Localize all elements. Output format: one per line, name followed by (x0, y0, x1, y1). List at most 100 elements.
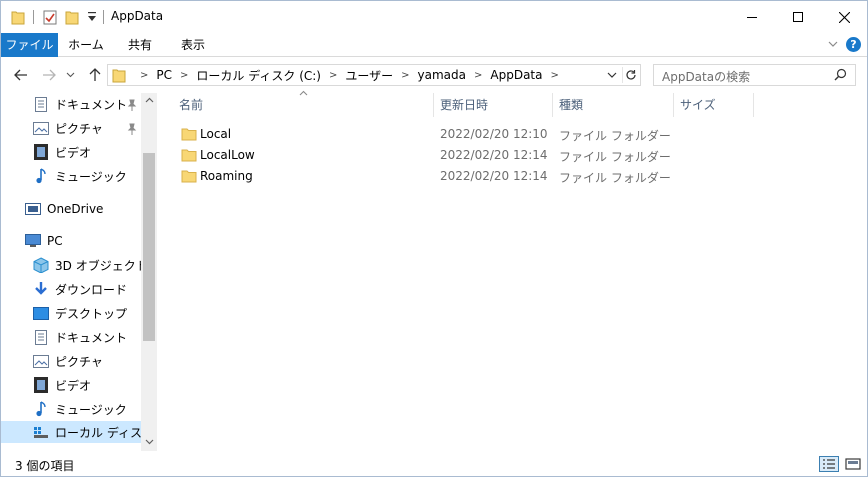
refresh-button[interactable] (622, 67, 638, 83)
expand-ribbon-icon[interactable] (827, 38, 839, 50)
breadcrumb-users[interactable]: ユーザー (345, 67, 393, 84)
music-icon (33, 168, 49, 184)
nav-item-label: OneDrive (47, 202, 104, 216)
up-arrow-icon (89, 68, 101, 81)
ribbon-tabs: ファイル ホーム 共有 表示 ? (1, 33, 867, 57)
search-icon[interactable] (834, 68, 847, 84)
nav-item-pc[interactable]: PC (25, 230, 63, 252)
tab-share[interactable]: 共有 (114, 33, 166, 57)
file-list: 名前 更新日時 種類 サイズ Local 2022/02/20 12:10 ファ… (161, 90, 867, 451)
column-divider[interactable] (753, 93, 754, 117)
nav-item-label: ビデオ (55, 378, 92, 393)
nav-item-pictures[interactable]: ピクチャ (33, 350, 103, 372)
column-header-size[interactable]: サイズ (680, 93, 750, 117)
column-divider[interactable] (673, 93, 674, 117)
nav-item-3d-objects[interactable]: 3D オブジェクト (33, 254, 148, 276)
breadcrumb-separator-icon[interactable]: > (551, 70, 559, 81)
document-icon (33, 329, 49, 345)
maximize-button[interactable] (775, 1, 821, 33)
pin-icon[interactable] (127, 99, 137, 111)
large-icons-view-button[interactable] (843, 456, 863, 472)
forward-arrow-icon (43, 69, 56, 81)
breadcrumb-local-disk[interactable]: ローカル ディスク (C:) (196, 67, 321, 84)
file-row[interactable]: LocalLow 2022/02/20 12:14 ファイル フォルダー (161, 145, 861, 166)
breadcrumb-separator-icon[interactable]: > (401, 70, 409, 81)
column-divider[interactable] (433, 93, 434, 117)
desktop-icon (33, 305, 49, 321)
nav-item-onedrive[interactable]: OneDrive (25, 198, 103, 220)
back-arrow-icon (14, 69, 27, 81)
nav-scrollbar[interactable] (141, 93, 157, 451)
details-view-button[interactable] (819, 456, 839, 472)
file-row[interactable]: Roaming 2022/02/20 12:14 ファイル フォルダー (161, 166, 861, 187)
file-name: Roaming (200, 169, 253, 183)
address-row: > PC > ローカル ディスク (C:) > ユーザー > yamada > … (1, 57, 867, 93)
column-header-name[interactable]: 名前 (179, 93, 429, 117)
nav-item-local-disk[interactable]: ローカル ディスク (C (1, 421, 157, 443)
up-button[interactable] (85, 65, 105, 85)
scroll-down-icon[interactable] (141, 435, 157, 451)
column-divider[interactable] (552, 93, 553, 117)
refresh-icon (625, 70, 636, 80)
recent-locations-button[interactable] (63, 65, 77, 85)
back-button[interactable] (11, 65, 31, 85)
file-type: ファイル フォルダー (559, 171, 671, 185)
close-icon (838, 11, 850, 23)
column-header-modified[interactable]: 更新日時 (440, 93, 550, 117)
nav-item-label: ドキュメント (55, 97, 128, 112)
breadcrumb-appdata[interactable]: AppData (490, 68, 542, 82)
nav-item-label: ビデオ (55, 145, 92, 160)
document-icon (33, 96, 49, 112)
nav-item-documents-quick[interactable]: ドキュメント (33, 93, 127, 115)
nav-item-documents[interactable]: ドキュメント (33, 326, 127, 348)
tab-view[interactable]: 表示 (167, 33, 219, 57)
tab-file[interactable]: ファイル (1, 33, 58, 57)
close-button[interactable] (821, 1, 867, 33)
minimize-button[interactable] (729, 1, 775, 33)
title-separator (103, 10, 104, 24)
nav-item-desktop[interactable]: デスクトップ (33, 302, 127, 324)
column-header-type[interactable]: 種類 (559, 93, 669, 117)
search-box[interactable]: AppDataの検索 (653, 64, 856, 86)
video-icon (33, 144, 49, 160)
breadcrumb: > PC > ローカル ディスク (C:) > ユーザー > yamada > … (132, 65, 567, 85)
maximize-icon (793, 12, 803, 22)
pin-icon[interactable] (127, 123, 137, 135)
picture-icon (33, 120, 49, 136)
breadcrumb-separator-icon[interactable]: > (329, 70, 337, 81)
explorer-window: AppData ファイル ホーム 共有 表示 ? > PC > ローカル ディス… (0, 0, 868, 477)
nav-scrollbar-thumb[interactable] (143, 153, 155, 341)
address-bar[interactable]: > PC > ローカル ディスク (C:) > ユーザー > yamada > … (107, 64, 641, 86)
folder-icon (181, 148, 197, 162)
nav-item-videos-quick[interactable]: ビデオ (33, 141, 91, 163)
file-row[interactable]: Local 2022/02/20 12:10 ファイル フォルダー (161, 124, 861, 145)
tab-home[interactable]: ホーム (60, 33, 112, 57)
music-icon (33, 401, 49, 417)
file-name: Local (200, 127, 232, 141)
nav-item-videos[interactable]: ビデオ (33, 374, 91, 396)
status-bar: 3 個の項目 (1, 451, 867, 476)
nav-item-music-quick[interactable]: ミュージック (33, 165, 127, 187)
breadcrumb-pc[interactable]: PC (156, 68, 172, 82)
nav-item-label: ドキュメント (55, 330, 128, 345)
forward-button[interactable] (39, 65, 59, 85)
folder-icon (11, 9, 25, 28)
breadcrumb-separator-icon[interactable]: > (140, 70, 148, 81)
chevron-down-icon (66, 72, 74, 78)
file-modified: 2022/02/20 12:14 (440, 169, 548, 183)
breadcrumb-yamada[interactable]: yamada (418, 68, 466, 82)
download-icon (33, 281, 49, 297)
nav-item-label: PC (47, 234, 63, 248)
nav-item-pictures-quick[interactable]: ピクチャ (33, 117, 103, 139)
properties-icon[interactable] (43, 9, 57, 28)
folder-icon (181, 127, 197, 141)
new-folder-icon[interactable] (65, 9, 79, 28)
nav-item-music[interactable]: ミュージック (33, 398, 127, 420)
help-button[interactable]: ? (846, 37, 861, 52)
customize-quick-access-icon[interactable] (87, 11, 97, 26)
nav-item-downloads[interactable]: ダウンロード (33, 278, 127, 300)
breadcrumb-separator-icon[interactable]: > (474, 70, 482, 81)
scroll-up-icon[interactable] (141, 93, 157, 109)
breadcrumb-separator-icon[interactable]: > (180, 70, 188, 81)
address-history-dropdown[interactable] (606, 68, 620, 82)
